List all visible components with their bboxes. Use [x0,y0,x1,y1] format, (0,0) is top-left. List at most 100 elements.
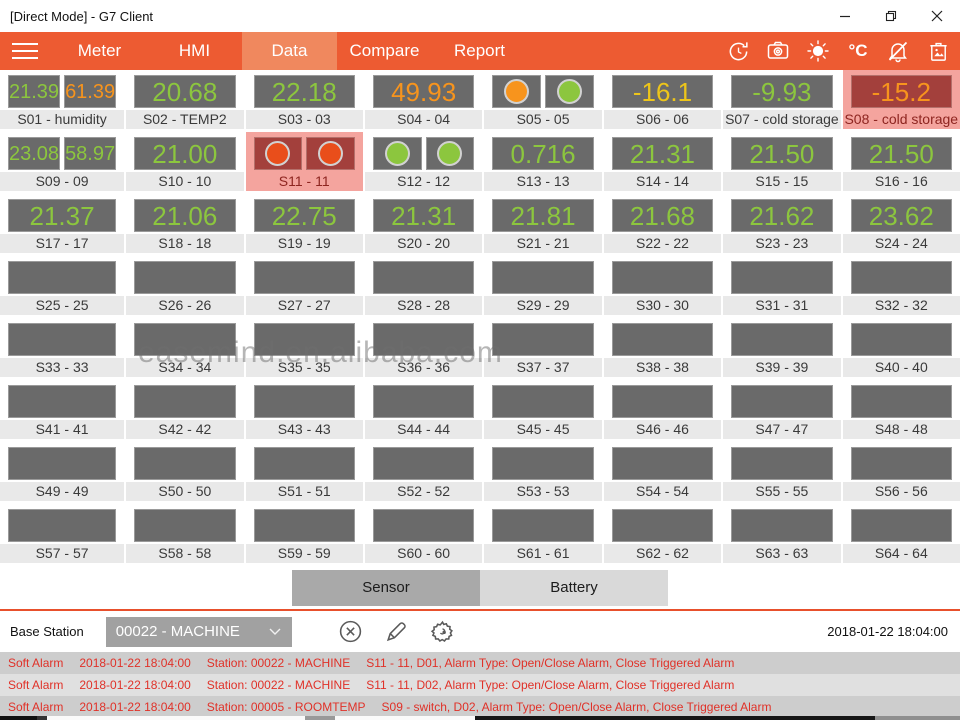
sensor-cell[interactable]: S62 - 62 [604,504,721,563]
sensor-cell[interactable]: S50 - 50 [126,442,243,501]
alarm-mute-icon[interactable] [886,39,910,63]
sensor-cell[interactable]: 21.06S18 - 18 [126,194,243,253]
sensor-cell[interactable]: S25 - 25 [0,256,124,315]
celsius-icon[interactable]: °C [846,39,870,63]
sensor-display [723,442,840,482]
sensor-cell[interactable]: -16.1S06 - 06 [604,70,721,129]
tab-report[interactable]: Report [432,32,527,70]
sensor-cell[interactable]: S48 - 48 [843,380,960,439]
sensor-cell[interactable]: -15.2S08 - cold storage [843,70,960,129]
sensor-cell[interactable]: S57 - 57 [0,504,124,563]
sensor-cell[interactable]: 0.716S13 - 13 [484,132,601,191]
restore-button[interactable] [868,0,914,32]
sensor-cell[interactable]: 22.75S19 - 19 [246,194,363,253]
tab-compare[interactable]: Compare [337,32,432,70]
sensor-cell[interactable]: S60 - 60 [365,504,482,563]
sensor-cell[interactable]: S33 - 33 [0,318,124,377]
sensor-cell[interactable]: S58 - 58 [126,504,243,563]
sensor-cell[interactable]: S32 - 32 [843,256,960,315]
sensor-cell[interactable]: S27 - 27 [246,256,363,315]
sensor-cell[interactable]: 20.68S02 - TEMP2 [126,70,243,129]
sensor-cell[interactable]: -9.93S07 - cold storage [723,70,840,129]
alarm-severity: Soft Alarm [8,678,63,692]
sensor-cell[interactable]: S43 - 43 [246,380,363,439]
sensor-cell[interactable]: 23.0858.97S09 - 09 [0,132,124,191]
sensor-cell[interactable]: 21.31 S14 - 14 [604,132,721,191]
sensor-cell[interactable]: S36 - 36 [365,318,482,377]
sensor-cell[interactable]: 21.62S23 - 23 [723,194,840,253]
sensor-cell[interactable]: S26 - 26 [126,256,243,315]
sensor-cell[interactable]: S51 - 51 [246,442,363,501]
sensor-display [126,504,243,544]
sensor-cell[interactable]: S61 - 61 [484,504,601,563]
brightness-icon[interactable] [806,39,830,63]
sensor-display [365,442,482,482]
sensor-cell[interactable]: 21.31S20 - 20 [365,194,482,253]
menu-icon[interactable] [12,38,38,64]
sensor-cell[interactable]: S28 - 28 [365,256,482,315]
sensor-cell[interactable]: S47 - 47 [723,380,840,439]
sensor-display [246,256,363,296]
sensor-cell[interactable]: S35 - 35 [246,318,363,377]
settings-gear-icon[interactable] [430,619,456,645]
alarm-time: 2018-01-22 18:04:00 [79,700,190,714]
sensor-cell[interactable]: S11 - 11 [246,132,363,191]
sensor-label: S14 - 14 [604,172,721,191]
tab-meter[interactable]: Meter [52,32,147,70]
sensor-cell[interactable]: S63 - 63 [723,504,840,563]
clear-image-icon[interactable] [926,39,950,63]
tab-sensor[interactable]: Sensor [292,570,480,606]
sensor-label: S12 - 12 [365,172,482,191]
sensor-cell[interactable]: S37 - 37 [484,318,601,377]
tab-battery[interactable]: Battery [480,570,668,606]
sensor-subdisplay: 21.31 [612,137,713,170]
sensor-cell[interactable]: S30 - 30 [604,256,721,315]
sensor-cell[interactable]: 22.18S03 - 03 [246,70,363,129]
sensor-cell[interactable]: S31 - 31 [723,256,840,315]
camera-icon[interactable] [766,39,790,63]
window-title: [Direct Mode] - G7 Client [0,9,153,24]
cancel-icon[interactable] [338,619,364,645]
sensor-cell[interactable]: S64 - 64 [843,504,960,563]
close-button[interactable] [914,0,960,32]
sensor-cell[interactable]: S53 - 53 [484,442,601,501]
sensor-cell[interactable]: S34 - 34 [126,318,243,377]
sensor-display: 21.81 [484,194,601,234]
sensor-cell[interactable]: S45 - 45 [484,380,601,439]
minimize-button[interactable] [822,0,868,32]
sensor-cell[interactable]: S55 - 55 [723,442,840,501]
sensor-cell[interactable]: S49 - 49 [0,442,124,501]
sensor-label: S33 - 33 [0,358,124,377]
sensor-cell[interactable]: 21.50S16 - 16 [843,132,960,191]
sensor-cell[interactable]: 21.00S10 - 10 [126,132,243,191]
sync-clock-icon[interactable] [726,39,750,63]
sensor-cell[interactable]: S46 - 46 [604,380,721,439]
sensor-cell[interactable]: S38 - 38 [604,318,721,377]
sensor-cell[interactable]: S54 - 54 [604,442,721,501]
sensor-cell[interactable]: 49.93S04 - 04 [365,70,482,129]
sensor-cell[interactable]: S29 - 29 [484,256,601,315]
sensor-cell[interactable]: 23.62S24 - 24 [843,194,960,253]
sensor-cell[interactable]: 21.37S17 - 17 [0,194,124,253]
sensor-cell[interactable]: 21.3961.39S01 - humidity [0,70,124,129]
sensor-display [0,504,124,544]
sensor-cell[interactable]: S59 - 59 [246,504,363,563]
sensor-cell[interactable]: S05 - 05 [484,70,601,129]
tab-hmi[interactable]: HMI [147,32,242,70]
sensor-cell[interactable]: 21.68S22 - 22 [604,194,721,253]
sensor-cell[interactable]: S41 - 41 [0,380,124,439]
sensor-display: 21.31 [365,194,482,234]
sensor-cell[interactable]: S52 - 52 [365,442,482,501]
sensor-cell[interactable]: S42 - 42 [126,380,243,439]
sensor-cell[interactable]: S39 - 39 [723,318,840,377]
tab-data[interactable]: Data [242,32,337,70]
sensor-cell[interactable]: 21.50S15 - 15 [723,132,840,191]
sensor-cell[interactable]: S56 - 56 [843,442,960,501]
sensor-cell[interactable]: S44 - 44 [365,380,482,439]
sensor-cell[interactable]: S12 - 12 [365,132,482,191]
edit-pencil-icon[interactable] [384,619,410,645]
sensor-display [484,442,601,482]
sensor-cell[interactable]: S40 - 40 [843,318,960,377]
sensor-cell[interactable]: 21.81S21 - 21 [484,194,601,253]
base-station-select[interactable]: 00022 - MACHINE [106,617,292,647]
